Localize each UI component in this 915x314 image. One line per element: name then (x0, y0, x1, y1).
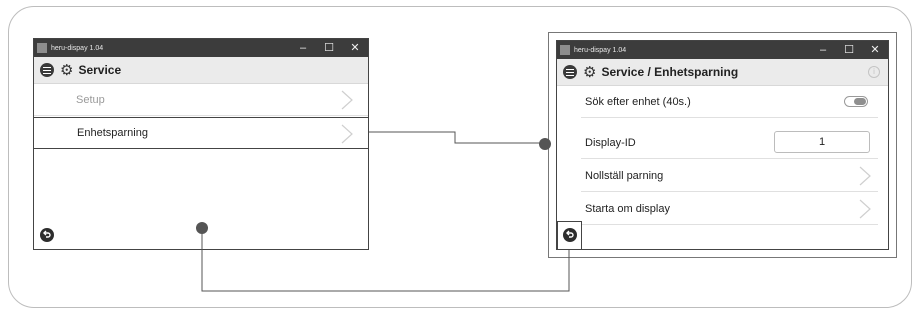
connector-dot-left (196, 222, 208, 234)
connector-dot-right (539, 138, 551, 150)
connector-lines (201, 131, 570, 292)
connector-back (201, 228, 570, 292)
connector-enhetsparning (369, 131, 544, 144)
